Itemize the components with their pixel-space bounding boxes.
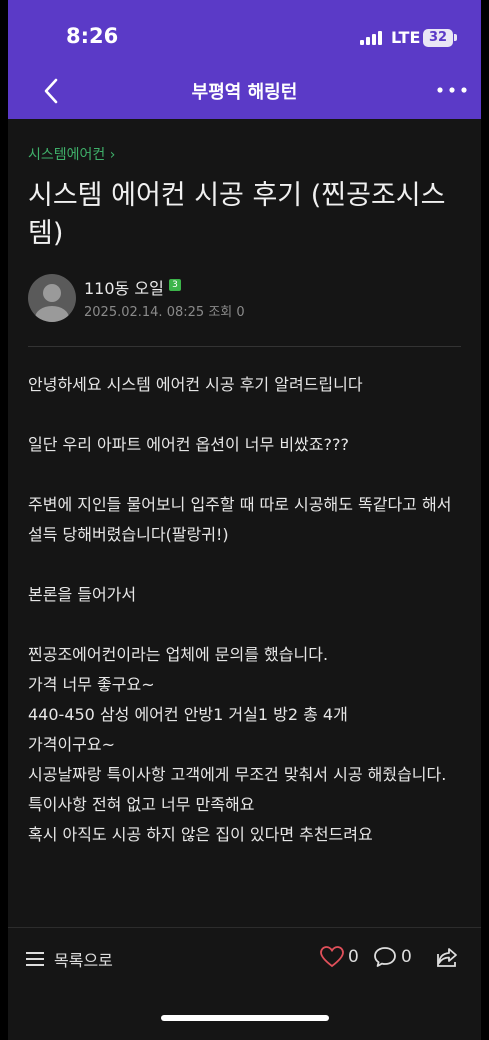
body-paragraph: 찐공조에어컨이라는 업체에 문의를 했습니다. — [28, 645, 329, 664]
post-meta: 2025.02.14. 08:25 조회 0 — [84, 301, 245, 320]
body-paragraph: 일단 우리 아파트 에어컨 옵션이 너무 비쌌죠??? — [28, 435, 349, 454]
comment-button[interactable]: 0 — [373, 946, 412, 968]
comment-icon — [374, 947, 396, 967]
post-title: 시스템 에어컨 시공 후기 (찐공조시스템) — [28, 180, 446, 249]
view-count: 조회 0 — [208, 305, 245, 320]
author-name[interactable]: 110동 오일 — [84, 275, 164, 299]
page-title: 부평역 해링턴 — [191, 82, 298, 103]
phone-screen: 8:26 LTE 32 부평역 해링턴 시스템에어컨 › 시스템 에어컨 시공 … — [0, 0, 489, 1040]
level-badge: 3 — [169, 279, 181, 291]
body-paragraph: 주변에 지인들 물어보니 입주할 때 따로 시공해도 똑같다고 해서 설득 당해… — [28, 495, 452, 544]
divider — [28, 346, 461, 347]
avatar[interactable] — [28, 274, 76, 322]
body-paragraph: 특이사항 전혀 없고 너무 만족해요 — [28, 795, 255, 814]
person-icon — [35, 284, 69, 322]
status-time: 8:26 — [66, 24, 119, 48]
like-count: 0 — [348, 947, 359, 967]
post-content: 시스템에어컨 › 시스템 에어컨 시공 후기 (찐공조시스템) 110동 오일 … — [8, 119, 481, 927]
home-indicator[interactable] — [161, 1015, 329, 1021]
bottom-bar: 목록으로 0 0 — [8, 928, 481, 1040]
body-paragraph: 440-450 삼성 에어컨 안방1 거실1 방2 총 4개 — [28, 705, 348, 724]
body-paragraph: 가격 너무 좋구요~ — [28, 675, 155, 694]
battery-tip — [454, 34, 457, 41]
category-link[interactable]: 시스템에어컨 › — [28, 144, 115, 164]
like-button[interactable]: 0 — [320, 946, 359, 968]
heart-icon — [320, 946, 344, 968]
body-paragraph: 본론을 들어가서 — [28, 585, 137, 604]
post-body: 안녕하세요 시스템 에어컨 시공 후기 알려드립니다일단 우리 아파트 에어컨 … — [28, 370, 468, 850]
signal-icon — [360, 31, 382, 45]
body-paragraph: 혹시 아직도 시공 하지 않은 집이 있다면 추천드려요 — [28, 825, 373, 844]
body-paragraph: 시공날짜랑 특이사항 고객에게 무조건 맞춰서 시공 해줬습니다. — [28, 765, 447, 784]
share-icon[interactable] — [435, 945, 459, 969]
body-paragraph: 가격이구요~ — [28, 735, 116, 754]
list-button[interactable]: 목록으로 — [26, 947, 113, 971]
body-paragraph: 안녕하세요 시스템 에어컨 시공 후기 알려드립니다 — [28, 375, 363, 394]
more-options-icon[interactable] — [436, 80, 468, 100]
comment-count: 0 — [401, 947, 412, 967]
battery-icon: 32 — [423, 29, 453, 47]
menu-icon — [26, 952, 44, 966]
app-header: 8:26 LTE 32 부평역 해링턴 — [8, 0, 481, 119]
post-date: 2025.02.14. 08:25 — [84, 305, 205, 320]
list-button-label: 목록으로 — [54, 951, 113, 970]
network-label: LTE — [391, 28, 421, 47]
